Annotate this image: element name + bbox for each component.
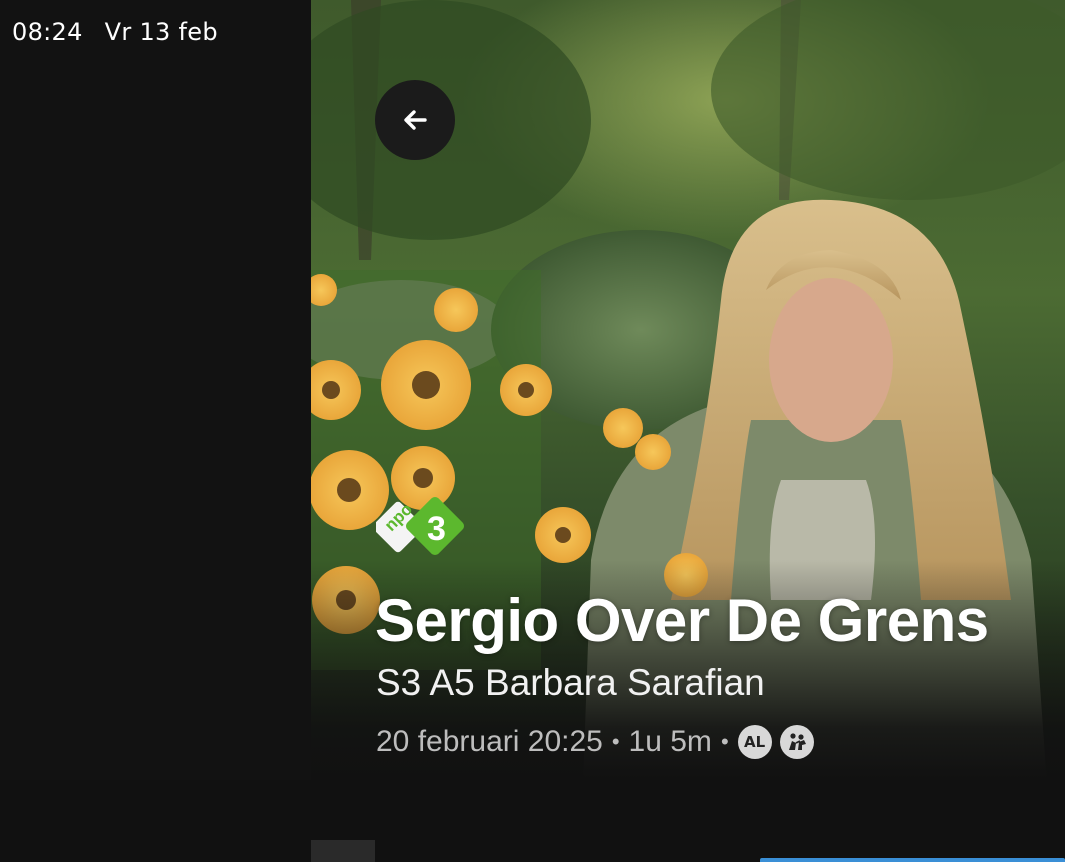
duration: 1u 5m xyxy=(628,725,712,758)
violence-icon xyxy=(779,725,814,759)
separator: • xyxy=(611,729,620,754)
status-time: 08:24 xyxy=(12,18,83,46)
arrow-left-icon xyxy=(404,110,427,130)
back-button[interactable] xyxy=(375,80,455,160)
status-bar: 08:24 Vr 13 feb xyxy=(12,18,218,46)
episode-title: S3 A5 Barbara Sarafian xyxy=(376,662,765,703)
program-meta: 20 februari 20:25 • 1u 5m • AL xyxy=(376,722,814,762)
logo-number-text: 3 xyxy=(427,510,446,548)
separator: • xyxy=(720,729,729,754)
status-panel: 08:24 Vr 13 feb xyxy=(0,0,311,780)
next-row-thumbnail xyxy=(311,840,375,862)
focus-indicator xyxy=(760,858,1065,862)
program-detail-screen: 08:24 Vr 13 feb npo 3 Sergio Over De Gre… xyxy=(0,0,1065,862)
status-date: Vr 13 feb xyxy=(104,18,218,46)
npo3-logo: npo 3 xyxy=(376,496,465,556)
age-rating-badge: AL xyxy=(737,725,772,759)
program-title: Sergio Over De Grens xyxy=(375,587,989,654)
air-date: 20 februari 20:25 xyxy=(376,725,603,758)
